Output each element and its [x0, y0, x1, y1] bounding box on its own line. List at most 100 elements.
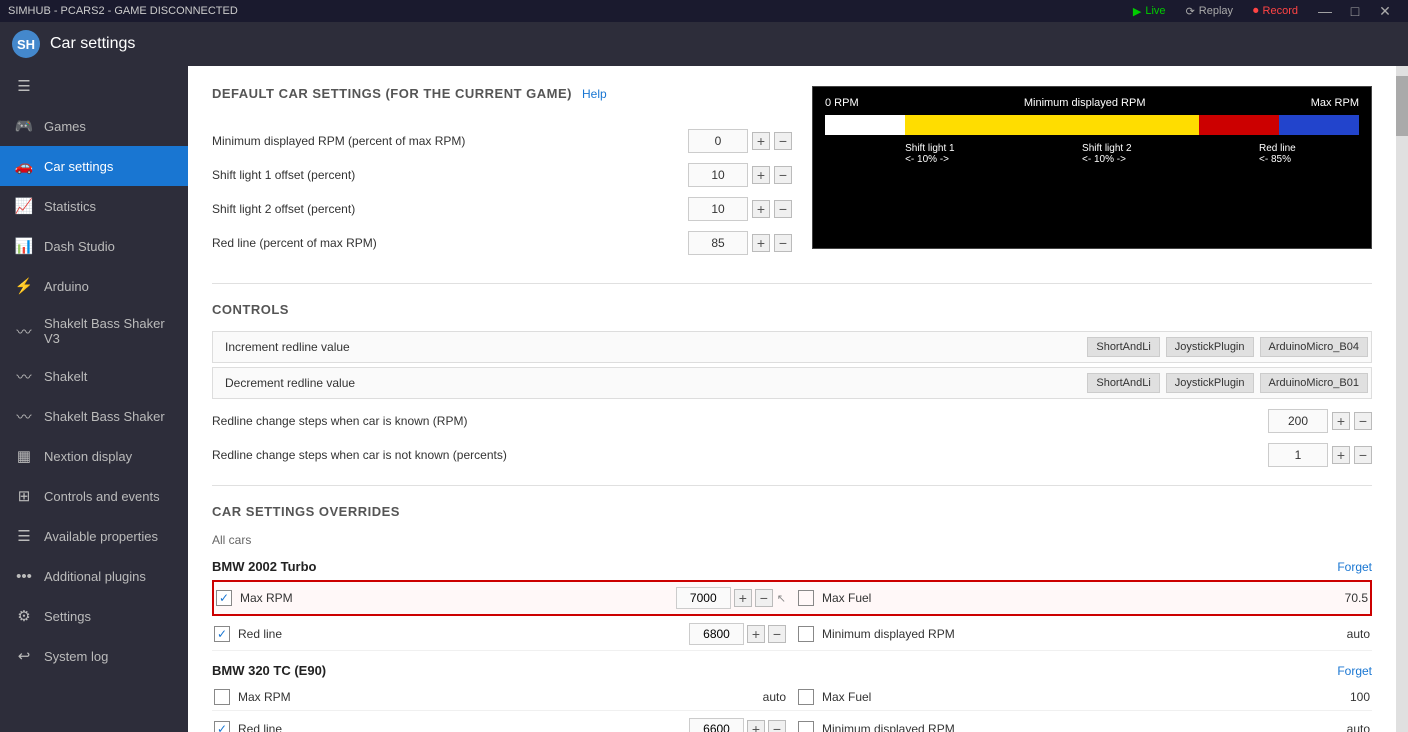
sidebar-item-settings[interactable]: ⚙ Settings — [0, 596, 188, 636]
sidebar-item-shakelt-bass-v3[interactable]: 〰 Shakelt Bass Shaker V3 — [0, 306, 188, 356]
redline-increment[interactable]: + — [752, 234, 770, 252]
app-bar: SH Car settings — [0, 22, 1408, 66]
scrollbar-thumb[interactable] — [1396, 76, 1408, 136]
min-rpm-input[interactable]: 0 — [688, 129, 748, 153]
shift1-increment[interactable]: + — [752, 166, 770, 184]
sidebar-item-hamburger[interactable]: ☰ — [0, 66, 188, 106]
sidebar-item-nextion[interactable]: ▦ Nextion display — [0, 436, 188, 476]
checkbox-bmw2002-maxrpm[interactable] — [216, 590, 232, 606]
minimize-button[interactable]: — — [1310, 0, 1340, 22]
sidebar-item-arduino[interactable]: ⚡ Arduino — [0, 266, 188, 306]
sidebar-label-games: Games — [44, 119, 86, 134]
bmw320-redline-increment[interactable]: + — [747, 720, 765, 732]
bmw2002-maxrpm-increment[interactable]: + — [734, 589, 752, 607]
shakelt-bass-v3-icon: 〰 — [14, 321, 34, 341]
steps-known-decrement[interactable]: − — [1354, 412, 1372, 430]
sidebar-item-shakelt-bass[interactable]: 〰 Shakelt Bass Shaker — [0, 396, 188, 436]
close-button[interactable]: ✕ — [1370, 0, 1400, 22]
label-bmw320-maxfuel: Max Fuel — [822, 690, 1320, 704]
rpm-labels-bottom: Shift light 1 <- 10% -> Shift light 2 <-… — [825, 143, 1359, 165]
scrollbar[interactable] — [1396, 66, 1408, 732]
override-right-bmw320-redline: Minimum displayed RPM auto — [786, 721, 1370, 732]
sidebar-item-car-settings[interactable]: 🚗 Car settings — [0, 146, 188, 186]
bmw2002-redline-decrement[interactable]: − — [768, 625, 786, 643]
sidebar-item-controls-events[interactable]: ⊞ Controls and events — [0, 476, 188, 516]
sidebar-label-arduino: Arduino — [44, 279, 89, 294]
checkbox-bmw320-redline[interactable] — [214, 721, 230, 732]
help-link[interactable]: Help — [582, 87, 607, 101]
steps-unknown-decrement[interactable]: − — [1354, 446, 1372, 464]
record-button[interactable]: ⏺ Record — [1245, 3, 1306, 20]
num-bmw320-redline[interactable]: 6600 — [689, 718, 744, 732]
rpm-shift1-label: Shift light 1 — [905, 143, 1082, 154]
control-tag-decrement-2: ArduinoMicro_B01 — [1260, 373, 1369, 393]
label-bmw320-redline: Red line — [238, 722, 689, 732]
shift2-decrement[interactable]: − — [774, 200, 792, 218]
maximize-button[interactable]: □ — [1340, 0, 1370, 22]
shift2-input[interactable]: 10 — [688, 197, 748, 221]
field-shift1-control: 10 + − — [688, 163, 792, 187]
bmw2002-maxrpm-decrement[interactable]: − — [755, 589, 773, 607]
field-redline-label: Red line (percent of max RPM) — [212, 236, 688, 250]
sidebar-item-system-log[interactable]: ↩ System log — [0, 636, 188, 676]
shift2-increment[interactable]: + — [752, 200, 770, 218]
steps-known-increment[interactable]: + — [1332, 412, 1350, 430]
sidebar-label-shakelt-bass: Shakelt Bass Shaker — [44, 409, 165, 424]
available-props-icon: ☰ — [14, 526, 34, 546]
min-rpm-increment[interactable]: + — [752, 132, 770, 150]
value-bmw320-minrpm: auto — [1320, 722, 1370, 732]
checkbox-bmw2002-minrpm[interactable] — [798, 626, 814, 642]
bmw2002-redline-increment[interactable]: + — [747, 625, 765, 643]
nextion-icon: ▦ — [14, 446, 34, 466]
checkbox-bmw2002-redline[interactable] — [214, 626, 230, 642]
steps-unknown-input[interactable]: 1 — [1268, 443, 1328, 467]
replay-button[interactable]: ⟳ Replay — [1178, 3, 1241, 20]
sidebar-label-statistics: Statistics — [44, 199, 96, 214]
min-rpm-decrement[interactable]: − — [774, 132, 792, 150]
control-tag-decrement-0: ShortAndLi — [1087, 373, 1159, 393]
rpm-label-0: 0 RPM — [825, 97, 859, 109]
page-title: Car settings — [50, 35, 135, 53]
window-controls: — □ ✕ — [1310, 0, 1400, 22]
control-label-decrement: Decrement redline value — [213, 368, 1084, 398]
redline-input[interactable]: 85 — [688, 231, 748, 255]
num-bmw2002-redline[interactable]: 6800 — [689, 623, 744, 645]
additional-plugins-icon: ••• — [14, 566, 34, 586]
shift1-decrement[interactable]: − — [774, 166, 792, 184]
sidebar-item-additional-plugins[interactable]: ••• Additional plugins — [0, 556, 188, 596]
arduino-icon: ⚡ — [14, 276, 34, 296]
value-bmw2002-minrpm: auto — [1320, 627, 1370, 641]
checkbox-bmw2002-maxfuel[interactable] — [798, 590, 814, 606]
sidebar-item-available-props[interactable]: ☰ Available properties — [0, 516, 188, 556]
field-shift2-label: Shift light 2 offset (percent) — [212, 202, 688, 216]
sidebar-item-dash-studio[interactable]: 📊 Dash Studio — [0, 226, 188, 266]
overrides-section: CAR SETTINGS OVERRIDES All cars BMW 2002… — [212, 504, 1372, 732]
rpm-redline-value: <- 85% — [1259, 154, 1359, 165]
checkbox-bmw320-maxfuel[interactable] — [798, 689, 814, 705]
sidebar-item-games[interactable]: 🎮 Games — [0, 106, 188, 146]
rpm-bar-red — [1199, 115, 1279, 135]
sidebar-item-shakelt[interactable]: 〰 Shakelt — [0, 356, 188, 396]
checkbox-bmw320-minrpm[interactable] — [798, 721, 814, 732]
sidebar-label-available-props: Available properties — [44, 529, 158, 544]
steps-known-input[interactable]: 200 — [1268, 409, 1328, 433]
games-icon: 🎮 — [14, 116, 34, 136]
steps-unknown-increment[interactable]: + — [1332, 446, 1350, 464]
statistics-icon: 📈 — [14, 196, 34, 216]
override-row-bmw2002-redline: Red line 6800 + − Minimum displayed RPM … — [212, 618, 1372, 651]
sidebar-label-shakelt-bass-v3: Shakelt Bass Shaker V3 — [44, 316, 174, 346]
shift1-input[interactable]: 10 — [688, 163, 748, 187]
bmw320-redline-decrement[interactable]: − — [768, 720, 786, 732]
field-redline: Red line (percent of max RPM) 85 + − — [212, 231, 792, 255]
forget-bmw320[interactable]: Forget — [1337, 664, 1372, 678]
num-bmw2002-maxrpm[interactable]: 7000 — [676, 587, 731, 609]
control-row-increment: Increment redline value ShortAndLi Joyst… — [212, 331, 1372, 363]
replay-icon: ⟳ — [1186, 5, 1195, 18]
sidebar-item-statistics[interactable]: 📈 Statistics — [0, 186, 188, 226]
forget-bmw2002[interactable]: Forget — [1337, 560, 1372, 574]
checkbox-bmw320-maxrpm[interactable] — [214, 689, 230, 705]
field-steps-known-control: 200 + − — [1268, 409, 1372, 433]
live-button[interactable]: ▶ Live — [1125, 3, 1174, 20]
redline-decrement[interactable]: − — [774, 234, 792, 252]
rpm-bar-white — [825, 115, 905, 135]
